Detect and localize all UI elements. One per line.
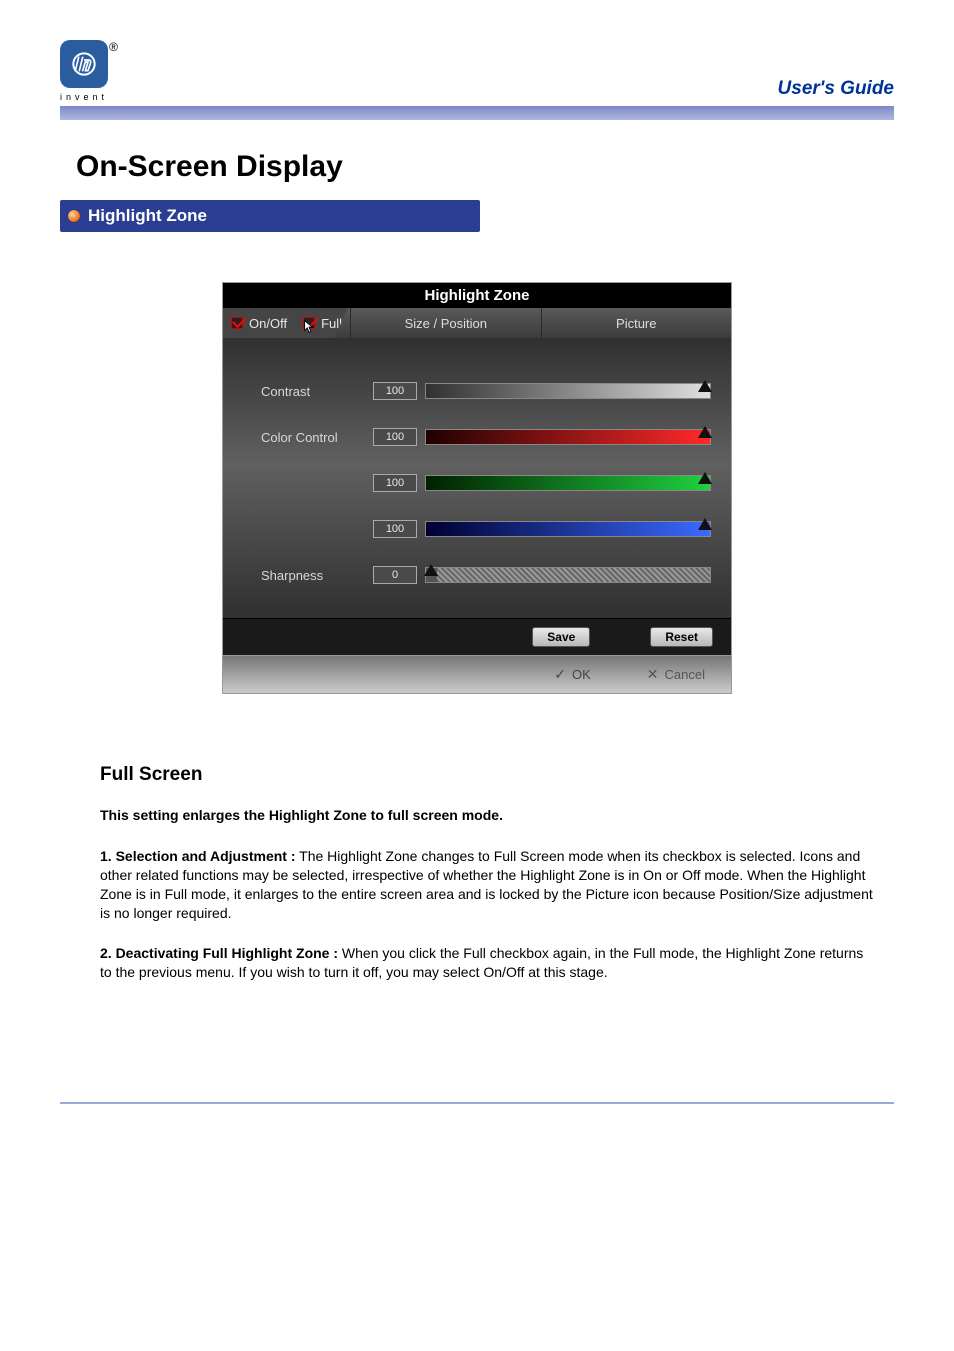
hp-logo: ® invent xyxy=(60,40,108,102)
paragraph-2: 2. Deactivating Full Highlight Zone : Wh… xyxy=(100,944,874,982)
color-blue-value: 100 xyxy=(373,520,417,538)
section-header: Highlight Zone xyxy=(88,206,207,225)
page-title: On-Screen Display xyxy=(76,150,894,184)
checkbox-icon xyxy=(231,317,243,329)
color-red-value: 100 xyxy=(373,428,417,446)
tab-size-position[interactable]: Size / Position xyxy=(350,308,541,338)
save-button[interactable]: Save xyxy=(532,627,590,647)
color-green-row: 100 xyxy=(243,460,711,506)
hp-icon xyxy=(68,48,100,80)
contrast-row: Contrast 100 xyxy=(243,368,711,414)
guide-label: User's Guide xyxy=(778,78,894,102)
color-blue-row: 100 xyxy=(243,506,711,552)
osd-title: Highlight Zone xyxy=(223,283,731,308)
check-icon: ✓ xyxy=(554,666,566,683)
bullet-icon xyxy=(68,210,80,222)
color-green-value: 100 xyxy=(373,474,417,492)
color-red-row: Color Control 100 xyxy=(243,414,711,460)
sharpness-value: 0 xyxy=(373,566,417,584)
contrast-value: 100 xyxy=(373,382,417,400)
color-red-slider[interactable] xyxy=(425,429,711,445)
sharpness-slider[interactable] xyxy=(425,567,711,583)
reset-button[interactable]: Reset xyxy=(650,627,713,647)
sharpness-label: Sharpness xyxy=(243,568,373,583)
p2-label: 2. Deactivating Full Highlight Zone : xyxy=(100,945,338,961)
onoff-label: On/Off xyxy=(249,316,287,331)
header-rule xyxy=(60,106,894,120)
footer-rule xyxy=(60,1102,894,1104)
color-blue-slider[interactable] xyxy=(425,521,711,537)
tab-label: Picture xyxy=(616,316,656,331)
osd-dialog: Highlight Zone On/Off Full Size / Positi… xyxy=(222,282,732,694)
color-control-label: Color Control xyxy=(243,430,373,445)
full-checkbox[interactable]: Full xyxy=(295,308,350,338)
cancel-button[interactable]: ✕ Cancel xyxy=(639,664,713,685)
section-header-bar: Highlight Zone xyxy=(60,200,480,232)
close-icon: ✕ xyxy=(647,666,659,683)
paragraph-1: 1. Selection and Adjustment : The Highli… xyxy=(100,847,874,923)
subheading: Full Screen xyxy=(100,764,874,786)
onoff-checkbox[interactable]: On/Off xyxy=(223,308,295,338)
contrast-label: Contrast xyxy=(243,384,373,399)
p1-label: 1. Selection and Adjustment : xyxy=(100,848,296,864)
ok-label: OK xyxy=(572,667,591,682)
lead-text: This setting enlarges the Highlight Zone… xyxy=(100,806,874,825)
cancel-label: Cancel xyxy=(665,667,705,682)
cursor-icon xyxy=(303,320,315,334)
color-green-slider[interactable] xyxy=(425,475,711,491)
ok-button[interactable]: ✓ OK xyxy=(546,664,599,685)
sharpness-row: Sharpness 0 xyxy=(243,552,711,598)
tab-label: Size / Position xyxy=(405,316,487,331)
contrast-slider[interactable] xyxy=(425,383,711,399)
hp-logo-text: invent xyxy=(60,92,108,102)
tab-picture[interactable]: Picture xyxy=(541,308,732,338)
